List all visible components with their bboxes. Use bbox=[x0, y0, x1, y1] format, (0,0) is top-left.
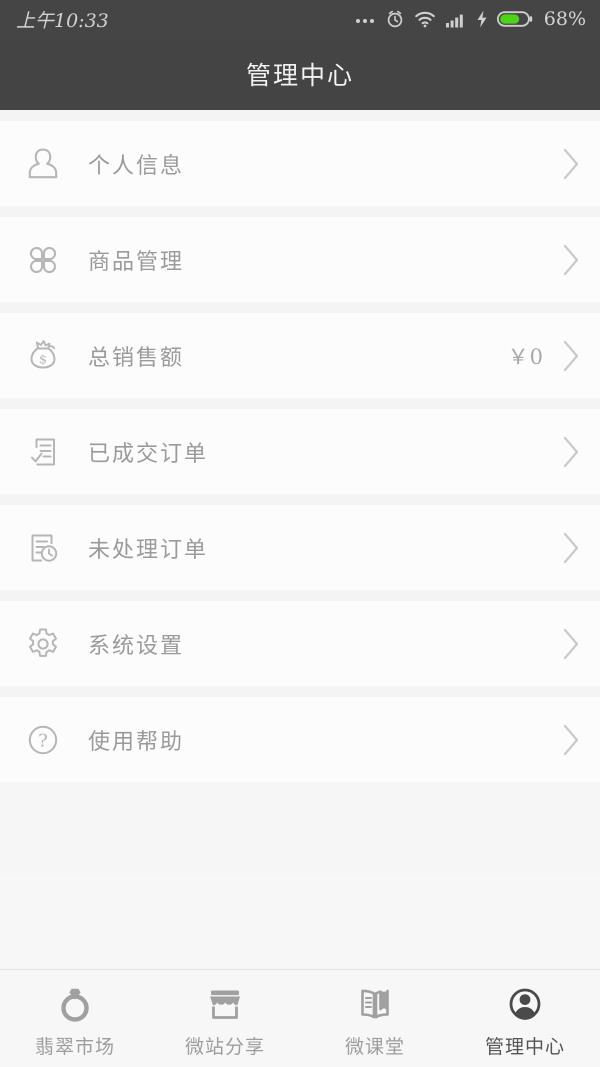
battery-icon bbox=[496, 10, 533, 28]
tab-label: 微课堂 bbox=[344, 1036, 405, 1058]
menu-item-label: 商品管理 bbox=[88, 249, 185, 275]
menu-item-label: 未处理订单 bbox=[88, 537, 209, 563]
menu-item-label: 使用帮助 bbox=[88, 729, 185, 755]
tab-label: 微站分享 bbox=[184, 1036, 265, 1058]
status-bar: 上午10:33 68% bbox=[0, 0, 600, 38]
shop-icon bbox=[203, 982, 247, 1026]
list-divider bbox=[0, 110, 600, 121]
page-title: 管理中心 bbox=[245, 61, 354, 90]
menu-item-settings[interactable]: 系统设置 bbox=[0, 601, 600, 686]
menu-item-label: 系统设置 bbox=[88, 633, 185, 659]
tab-label: 管理中心 bbox=[484, 1036, 565, 1058]
chevron-right-icon bbox=[560, 339, 582, 373]
chevron-right-icon bbox=[560, 723, 582, 757]
menu-item-label: 总销售额 bbox=[88, 345, 185, 371]
menu-item-pending-orders[interactable]: 未处理订单 bbox=[0, 505, 600, 590]
chevron-right-icon bbox=[560, 531, 582, 565]
chevron-right-icon bbox=[560, 243, 582, 277]
person-circle-icon bbox=[503, 982, 547, 1026]
signal-icon bbox=[445, 10, 467, 28]
menu-list: 个人信息 商品管理 $ 总销售额 ￥0 已成交订单 未处理订单 系统设置 ? 使… bbox=[0, 110, 600, 876]
gear-icon bbox=[14, 623, 72, 665]
menu-item-products[interactable]: 商品管理 bbox=[0, 217, 600, 302]
tab-market[interactable]: 翡翠市场 bbox=[0, 970, 150, 1067]
svg-text:?: ? bbox=[38, 730, 48, 751]
tab-manage[interactable]: 管理中心 bbox=[450, 970, 600, 1067]
tab-class[interactable]: 微课堂 bbox=[300, 970, 450, 1067]
list-divider bbox=[0, 494, 600, 505]
question-circle-icon: ? bbox=[14, 719, 72, 761]
battery-percent: 68% bbox=[543, 8, 586, 30]
clover-grid-icon bbox=[14, 239, 72, 281]
app-screen: 上午10:33 68% 管理中心 个人信息 商品管理 $ 总销售额 ￥0 已成交… bbox=[0, 0, 600, 1067]
list-divider bbox=[0, 590, 600, 601]
book-icon bbox=[353, 982, 397, 1026]
menu-item-label: 个人信息 bbox=[88, 153, 185, 179]
user-icon bbox=[14, 143, 72, 185]
menu-item-value: ￥0 bbox=[507, 344, 544, 369]
menu-item-label: 已成交订单 bbox=[88, 441, 209, 467]
list-divider bbox=[0, 686, 600, 697]
order-clock-icon bbox=[14, 527, 72, 569]
bottom-tab-bar: 翡翠市场 微站分享 微课堂 管理中心 bbox=[0, 969, 600, 1067]
tab-label: 翡翠市场 bbox=[34, 1036, 115, 1058]
order-check-icon bbox=[14, 431, 72, 473]
alarm-icon bbox=[385, 9, 405, 29]
title-bar: 管理中心 bbox=[0, 38, 600, 110]
chevron-right-icon bbox=[560, 627, 582, 661]
tab-share[interactable]: 微站分享 bbox=[150, 970, 300, 1067]
chevron-right-icon bbox=[560, 435, 582, 469]
menu-item-done-orders[interactable]: 已成交订单 bbox=[0, 409, 600, 494]
more-dots-icon bbox=[354, 12, 376, 26]
menu-item-profile[interactable]: 个人信息 bbox=[0, 121, 600, 206]
status-icons: 68% bbox=[354, 8, 586, 30]
ring-icon bbox=[53, 982, 97, 1026]
wifi-icon bbox=[414, 10, 436, 28]
menu-item-help[interactable]: ? 使用帮助 bbox=[0, 697, 600, 782]
list-divider bbox=[0, 302, 600, 313]
chevron-right-icon bbox=[560, 147, 582, 181]
charging-bolt-icon bbox=[476, 10, 488, 28]
empty-space bbox=[0, 875, 600, 969]
list-divider bbox=[0, 398, 600, 409]
money-bag-icon: $ bbox=[14, 335, 72, 377]
list-divider bbox=[0, 206, 600, 217]
status-time: 上午10:33 bbox=[16, 9, 109, 32]
menu-item-total-sales[interactable]: $ 总销售额 ￥0 bbox=[0, 313, 600, 398]
svg-text:$: $ bbox=[39, 351, 47, 366]
